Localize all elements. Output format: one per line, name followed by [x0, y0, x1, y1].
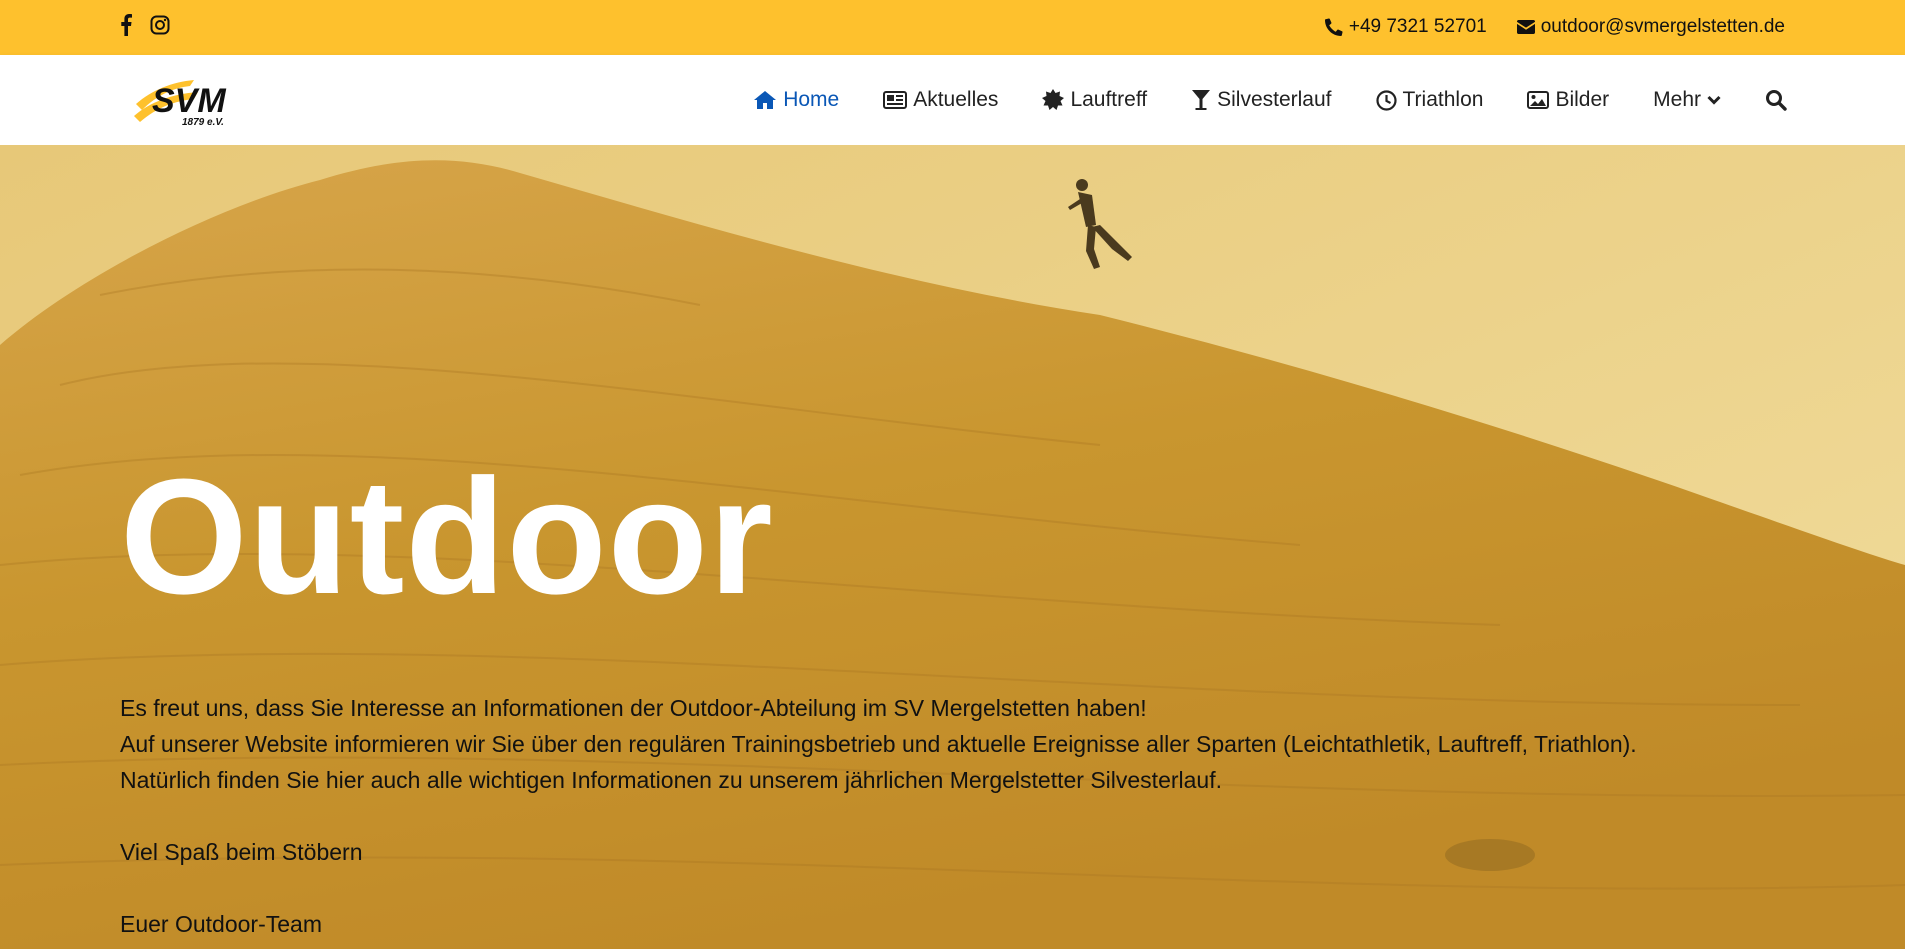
nav-bilder[interactable]: Bilder [1505, 88, 1631, 112]
clock-icon [1375, 89, 1397, 111]
intro-line-1: Es freut uns, dass Sie Interesse an Info… [120, 695, 1147, 721]
logo-wordmark: SVM [152, 82, 226, 120]
chevron-down-icon [1707, 95, 1721, 105]
cocktail-glass-icon [1192, 90, 1211, 110]
top-bar: +49 7321 52701 outdoor@svmergelstetten.d… [0, 0, 1905, 55]
email-link[interactable]: outdoor@svmergelstetten.de [1516, 16, 1785, 38]
hero-section: Outdoor Es freut uns, dass Sie Interesse… [0, 145, 1905, 949]
envelope-icon [1516, 20, 1535, 34]
svm-logo[interactable]: SVM 1879 e.V. [132, 72, 248, 132]
main-navbar: SVM 1879 e.V. Home Aktuelles Lauftreff S… [0, 55, 1905, 145]
phone-number: +49 7321 52701 [1348, 16, 1487, 37]
instagram-icon[interactable] [150, 15, 170, 35]
contact-info: +49 7321 52701 outdoor@svmergelstetten.d… [1324, 16, 1785, 38]
nav-aktuelles[interactable]: Aktuelles [861, 88, 1020, 112]
signature-text: Euer Outdoor-Team [120, 911, 322, 937]
newspaper-icon [883, 91, 908, 109]
nav-triathlon[interactable]: Triathlon [1354, 88, 1506, 112]
intro-line-2: Auf unserer Website informieren wir Sie … [120, 731, 1637, 757]
home-icon [754, 91, 777, 109]
image-icon [1527, 91, 1550, 109]
nav-menu: Home Aktuelles Lauftreff Silvesterlauf T… [731, 55, 1787, 145]
nav-aktuelles-label: Aktuelles [913, 88, 999, 111]
email-address: outdoor@svmergelstetten.de [1540, 16, 1785, 37]
search-button[interactable] [1743, 89, 1787, 111]
nav-bilder-label: Bilder [1555, 88, 1610, 111]
nav-home-label: Home [783, 88, 840, 111]
nav-triathlon-label: Triathlon [1402, 88, 1484, 111]
phone-link[interactable]: +49 7321 52701 [1324, 16, 1487, 38]
nav-silvesterlauf-label: Silvesterlauf [1217, 88, 1332, 111]
facebook-icon[interactable] [120, 14, 132, 36]
intro-line-3: Natürlich finden Sie hier auch alle wich… [120, 767, 1223, 793]
nav-lauftreff[interactable]: Lauftreff [1020, 88, 1169, 112]
hero-title: Outdoor [120, 445, 774, 628]
hero-intro-text: Es freut uns, dass Sie Interesse an Info… [120, 690, 1820, 942]
sun-badge-icon [1042, 89, 1065, 110]
phone-icon [1324, 18, 1343, 36]
nav-mehr[interactable]: Mehr [1631, 88, 1743, 112]
nav-silvesterlauf[interactable]: Silvesterlauf [1169, 88, 1353, 112]
nav-mehr-label: Mehr [1653, 88, 1701, 111]
nav-lauftreff-label: Lauftreff [1070, 88, 1148, 111]
nav-home[interactable]: Home [731, 88, 861, 112]
greeting-text: Viel Spaß beim Stöbern [120, 839, 363, 865]
search-icon [1766, 90, 1787, 111]
social-links [120, 14, 170, 36]
logo-year: 1879 e.V. [182, 117, 224, 128]
